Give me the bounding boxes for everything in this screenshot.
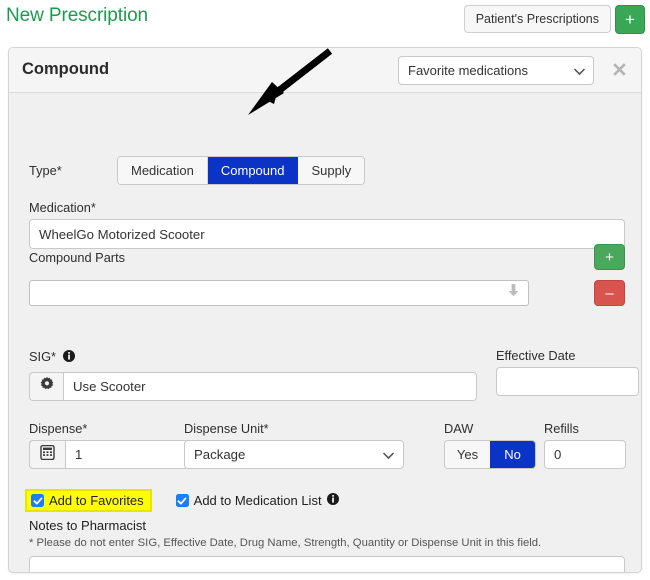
favorite-medications-select[interactable]: Favorite medications [398, 56, 594, 85]
sig-value: Use Scooter [73, 379, 146, 394]
type-option-medication[interactable]: Medication [118, 157, 208, 184]
add-compound-part-button[interactable]: + [594, 244, 625, 270]
add-prescription-button[interactable]: + [615, 5, 645, 34]
effective-date-label: Effective Date [496, 348, 576, 363]
dispense-unit-group: Dispense Unit* Package [184, 421, 404, 469]
sig-input[interactable]: Use Scooter [63, 372, 477, 401]
notes-hint: * Please do not enter SIG, Effective Dat… [29, 537, 542, 549]
dispense-unit-select[interactable]: Package [184, 440, 404, 469]
daw-label: DAW [444, 421, 474, 436]
sig-group: SIG* Use Scooter [29, 348, 477, 401]
medication-label: Medication* [29, 200, 96, 215]
dispense-input[interactable]: 1 [65, 440, 189, 469]
dispense-label: Dispense* [29, 421, 88, 436]
medication-value: WheelGo Motorized Scooter [39, 226, 205, 242]
info-icon[interactable] [63, 349, 76, 367]
close-icon[interactable] [609, 59, 629, 79]
daw-option-no[interactable]: No [490, 441, 535, 468]
favorite-medications-value: Favorite medications [408, 63, 528, 78]
add-to-medication-list-label: Add to Medication List [193, 493, 322, 508]
effective-date-group: Effective Date [496, 348, 639, 396]
options-row: Add to Favorites Add to Medication List [25, 489, 339, 512]
notes-label: Notes to Pharmacist [29, 518, 147, 533]
refills-value: 0 [554, 447, 562, 462]
refills-label: Refills [544, 421, 579, 436]
chevron-down-icon [383, 447, 394, 462]
checkbox-checked-icon [175, 494, 189, 507]
refills-input[interactable]: 0 [544, 440, 626, 469]
dispense-value: 1 [75, 447, 83, 462]
effective-date-input[interactable] [496, 367, 639, 396]
type-option-compound[interactable]: Compound [207, 157, 299, 184]
info-icon[interactable] [326, 493, 339, 508]
page-title: New Prescription [6, 5, 149, 26]
calculator-icon [40, 444, 55, 465]
sig-settings-button[interactable] [29, 372, 63, 401]
patients-prescriptions-label: Patient's Prescriptions [475, 12, 599, 26]
patients-prescriptions-button[interactable]: Patient's Prescriptions [463, 5, 611, 33]
plus-icon: + [605, 248, 614, 266]
card-title: Compound [22, 60, 110, 78]
daw-segmented-control: Yes No [444, 440, 536, 469]
page-header: New Prescription Patient's Prescriptions… [0, 0, 650, 42]
type-row: Type* Medication Compound Supply [29, 156, 366, 185]
sig-label: SIG* [29, 349, 57, 364]
compound-parts-label: Compound Parts [29, 250, 126, 265]
daw-group: DAW Yes No [444, 421, 536, 469]
add-to-favorites-label: Add to Favorites [49, 493, 144, 508]
remove-compound-part-button[interactable]: – [594, 280, 625, 306]
plus-icon: + [625, 10, 635, 29]
checkbox-checked-icon [31, 494, 44, 507]
chevron-down-icon [574, 63, 585, 78]
dispense-group: Dispense* 1 [29, 421, 189, 469]
prescription-page: New Prescription Patient's Prescriptions… [0, 0, 650, 580]
medication-input[interactable]: WheelGo Motorized Scooter [29, 219, 625, 249]
gear-icon [40, 377, 54, 396]
type-option-supply[interactable]: Supply [298, 157, 365, 184]
compound-parts-group: Compound Parts + – [29, 244, 625, 306]
dispense-unit-value: Package [194, 447, 246, 462]
medication-group: Medication* WheelGo Motorized Scooter [29, 200, 625, 249]
dispense-unit-label: Dispense Unit* [184, 421, 269, 436]
type-label: Type* [29, 163, 62, 178]
card-header: Compound Favorite medications [9, 48, 641, 93]
type-segmented-control: Medication Compound Supply [117, 156, 366, 185]
refills-group: Refills 0 [544, 421, 626, 469]
compound-card: Compound Favorite medications Type* Medi… [8, 47, 642, 573]
compound-part-select[interactable] [29, 280, 529, 306]
notes-input[interactable] [29, 556, 625, 572]
add-to-medication-list-checkbox[interactable]: Add to Medication List [175, 493, 339, 508]
minus-icon: – [605, 284, 614, 302]
daw-option-yes[interactable]: Yes [445, 441, 490, 468]
arrow-down-icon [507, 283, 520, 303]
dispense-calculator-button[interactable] [29, 440, 65, 469]
add-to-favorites-checkbox[interactable]: Add to Favorites [25, 489, 152, 512]
notes-group: Notes to Pharmacist * Please do not ente… [29, 518, 625, 572]
